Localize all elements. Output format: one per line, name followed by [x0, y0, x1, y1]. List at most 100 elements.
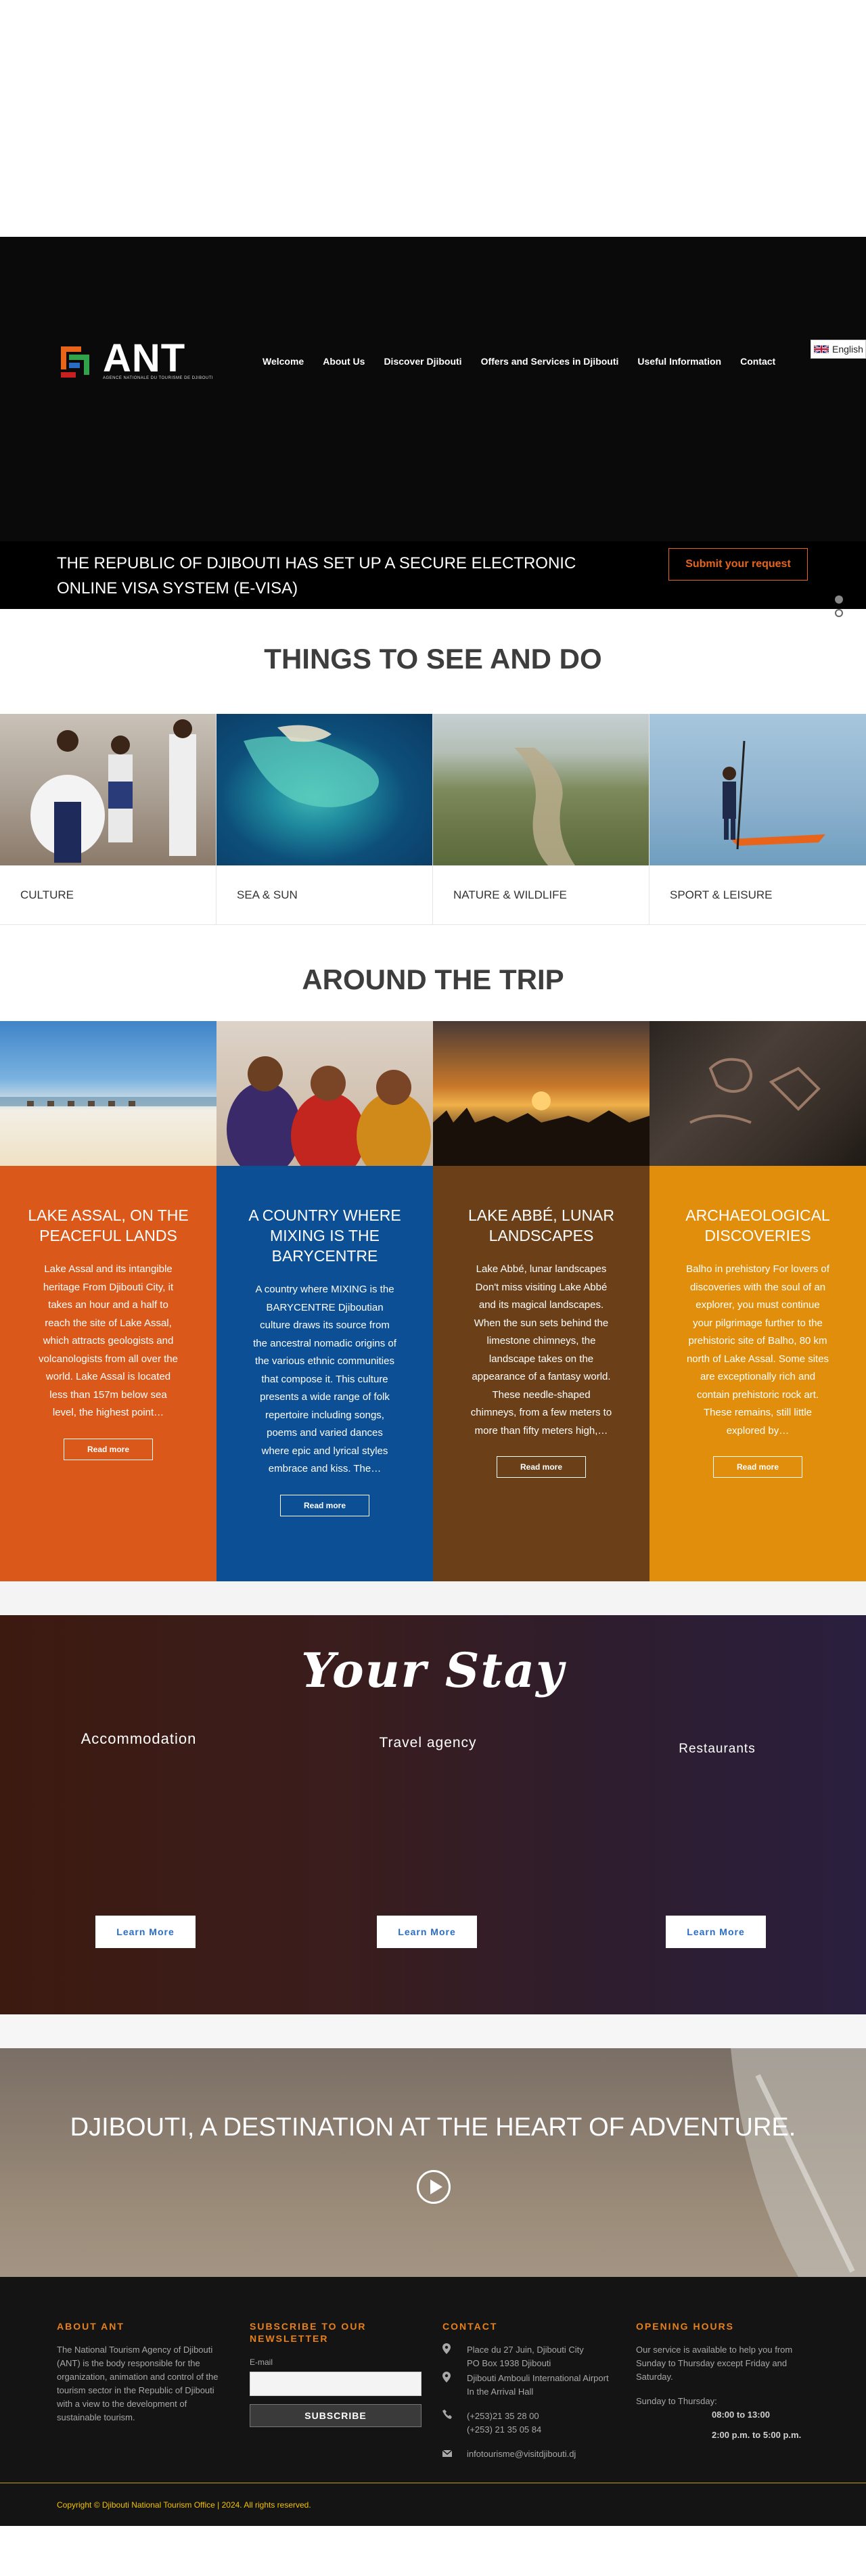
- culture-image: [0, 714, 216, 865]
- contact-address-line: PO Box 1938 Djibouti: [467, 2358, 551, 2368]
- footer-newsletter-heading: SUBSCRIBE TO OUR NEWSLETTER: [250, 2321, 367, 2344]
- phone-icon: [442, 2410, 467, 2437]
- your-stay-title: Your Stay: [301, 1642, 565, 1698]
- stay-label: Restaurants: [679, 1742, 756, 1756]
- read-more-button[interactable]: Read more: [496, 1456, 587, 1478]
- category-sea-sun[interactable]: SEA & SUN: [216, 714, 433, 925]
- envelope-icon: [442, 2447, 467, 2461]
- trip-card-archaeology: ARCHAEOLOGICAL DISCOVERIES Balho in preh…: [650, 1021, 866, 1581]
- trip-card-title: LAKE ASSAL, ON THE PEACEFUL LANDS: [28, 1206, 189, 1244]
- footer-about: ABOUT ANT The National Tourism Agency of…: [57, 2320, 226, 2424]
- reef-scene-icon: [244, 725, 379, 807]
- trip-card-text: Lake Assal and its intangible heritage F…: [39, 1263, 178, 1418]
- top-blank-area: [0, 0, 866, 237]
- things-to-see-section: THINGS TO SEE AND DO CULTURE SEA & SUN N…: [0, 609, 866, 925]
- read-more-button[interactable]: Read more: [63, 1438, 154, 1460]
- section-spacer: [0, 2014, 866, 2048]
- learn-more-accommodation-button[interactable]: Learn More: [95, 1916, 196, 1948]
- section-spacer: [0, 1581, 866, 1615]
- contact-email: infotourisme@visitdjibouti.dj: [442, 2447, 618, 2461]
- camel-caravan-icon: [0, 1097, 216, 1106]
- stay-label: Travel agency: [379, 1735, 477, 1750]
- your-stay-section: Your Stay Accommodation Travel agency Re…: [0, 1615, 866, 2014]
- hours-text: Our service is available to help you fro…: [636, 2345, 793, 2382]
- trip-card-text: A country where MIXING is the BARYCENTRE…: [253, 1284, 396, 1474]
- category-nature-wildlife[interactable]: NATURE & WILDLIFE: [433, 714, 650, 925]
- mangrove-scene-icon: [514, 748, 575, 865]
- around-the-trip-section: AROUND THE TRIP LAKE ASSAL, ON THE PEACE…: [0, 925, 866, 1581]
- destination-title: DJIBOUTI, A DESTINATION AT THE HEART OF …: [70, 2113, 796, 2142]
- mixing-image: [216, 1021, 433, 1166]
- category-label: SEA & SUN: [216, 865, 432, 925]
- contact-phone: (+253)21 35 28 00 (+253) 21 35 05 84: [442, 2410, 618, 2437]
- contact-address-line: In the Arrival Hall: [467, 2387, 534, 2397]
- contact-email-link[interactable]: infotourisme@visitdjibouti.dj: [467, 2447, 576, 2461]
- slider-dots: [835, 595, 843, 623]
- newsletter-email-label: E-mail: [250, 2357, 273, 2367]
- main-nav: Welcome About Us Discover Djibouti Offer…: [263, 356, 785, 367]
- trip-card-body: LAKE ABBÉ, LUNAR LANDSCAPES Lake Abbé, l…: [433, 1166, 650, 1581]
- nav-useful-information[interactable]: Useful Information: [628, 356, 731, 367]
- language-label: English: [832, 344, 863, 355]
- map-pin-icon: [442, 2343, 467, 2370]
- language-selector[interactable]: English: [811, 340, 866, 359]
- site-footer: ABOUT ANT The National Tourism Agency of…: [0, 2277, 866, 2526]
- sea-image: [216, 714, 432, 865]
- newsletter-email-input[interactable]: [250, 2372, 421, 2396]
- road-background-icon: [731, 2048, 866, 2277]
- lake-assal-image: [0, 1021, 216, 1166]
- site-logo[interactable]: ANT AGENCE NATIONALE DU TOURISME DE DJIB…: [57, 336, 213, 384]
- chimney-silhouette-icon: [433, 1091, 650, 1166]
- things-to-see-title: THINGS TO SEE AND DO: [264, 643, 602, 675]
- nav-about-us[interactable]: About Us: [313, 356, 374, 367]
- copyright-text: Copyright © Djibouti National Tourism Of…: [57, 2500, 311, 2510]
- footer-contact-heading: CONTACT: [442, 2321, 498, 2332]
- category-label: SPORT & LEISURE: [650, 865, 866, 925]
- category-culture[interactable]: CULTURE: [0, 714, 216, 925]
- subscribe-button[interactable]: SUBSCRIBE: [250, 2404, 421, 2427]
- trip-card-title: LAKE ABBÉ, LUNAR LANDSCAPES: [468, 1206, 615, 1244]
- contact-phone-line[interactable]: (+253) 21 35 05 84: [467, 2423, 541, 2437]
- site-header: ANT AGENCE NATIONALE DU TOURISME DE DJIB…: [0, 237, 866, 541]
- nav-welcome[interactable]: Welcome: [263, 356, 313, 367]
- slider-dot-1[interactable]: [835, 595, 843, 604]
- nav-contact[interactable]: Contact: [731, 356, 785, 367]
- trip-card-body: A COUNTRY WHERE MIXING IS THE BARYCENTRE…: [216, 1166, 433, 1581]
- logo-text: ANT: [103, 336, 186, 380]
- footer-newsletter: SUBSCRIBE TO OUR NEWSLETTER E-mail SUBSC…: [250, 2320, 426, 2427]
- slider-dot-2[interactable]: [835, 609, 843, 617]
- trip-card-lake-abbe: LAKE ABBÉ, LUNAR LANDSCAPES Lake Abbé, l…: [433, 1021, 650, 1581]
- hours-slot: 08:00 to 13:00: [712, 2410, 770, 2420]
- women-portrait-icon: [227, 1056, 431, 1166]
- nature-image: [433, 714, 649, 865]
- footer-about-text: The National Tourism Agency of Djibouti …: [57, 2345, 219, 2422]
- stay-accommodation: Accommodation: [68, 1730, 210, 1748]
- hours-slot: 2:00 p.m. to 5:00 p.m.: [712, 2430, 802, 2440]
- footer-hours-heading: OPENING HOURS: [636, 2321, 735, 2332]
- read-more-button[interactable]: Read more: [279, 1494, 370, 1516]
- lake-abbe-image: [433, 1021, 650, 1166]
- stay-travel-agency: Travel agency: [362, 1735, 494, 1751]
- trip-card-title: ARCHAEOLOGICAL DISCOVERIES: [685, 1206, 830, 1244]
- nav-discover-djibouti[interactable]: Discover Djibouti: [374, 356, 471, 367]
- read-more-button[interactable]: Read more: [712, 1456, 803, 1478]
- learn-more-travel-agency-button[interactable]: Learn More: [377, 1916, 477, 1948]
- footer-opening-hours: OPENING HOURS Our service is available t…: [636, 2320, 812, 2442]
- trip-card-text: Lake Abbé, lunar landscapes Don't miss v…: [470, 1263, 612, 1437]
- learn-more-restaurants-button[interactable]: Learn More: [666, 1916, 766, 1948]
- nav-offers-services[interactable]: Offers and Services in Djibouti: [472, 356, 629, 367]
- contact-address: Place du 27 Juin, Djibouti City PO Box 1…: [442, 2343, 618, 2370]
- sport-image: [650, 714, 866, 865]
- contact-phone-line[interactable]: (+253)21 35 28 00: [467, 2410, 541, 2423]
- trip-card-grid: LAKE ASSAL, ON THE PEACEFUL LANDS Lake A…: [0, 1021, 866, 1581]
- trip-card-text: Balho in prehistory For lovers of discov…: [686, 1263, 829, 1437]
- trip-card-title: A COUNTRY WHERE MIXING IS THE BARYCENTRE: [248, 1206, 401, 1265]
- rock-art-icon: [689, 1058, 821, 1124]
- play-video-icon[interactable]: [417, 2170, 451, 2204]
- destination-banner: DJIBOUTI, A DESTINATION AT THE HEART OF …: [0, 2048, 866, 2277]
- category-sport-leisure[interactable]: SPORT & LEISURE: [650, 714, 866, 925]
- copyright-bar: Copyright © Djibouti National Tourism Of…: [0, 2483, 866, 2526]
- rock-art-image: [650, 1021, 866, 1166]
- submit-request-button[interactable]: Submit your request: [668, 548, 808, 581]
- category-label: CULTURE: [0, 865, 216, 925]
